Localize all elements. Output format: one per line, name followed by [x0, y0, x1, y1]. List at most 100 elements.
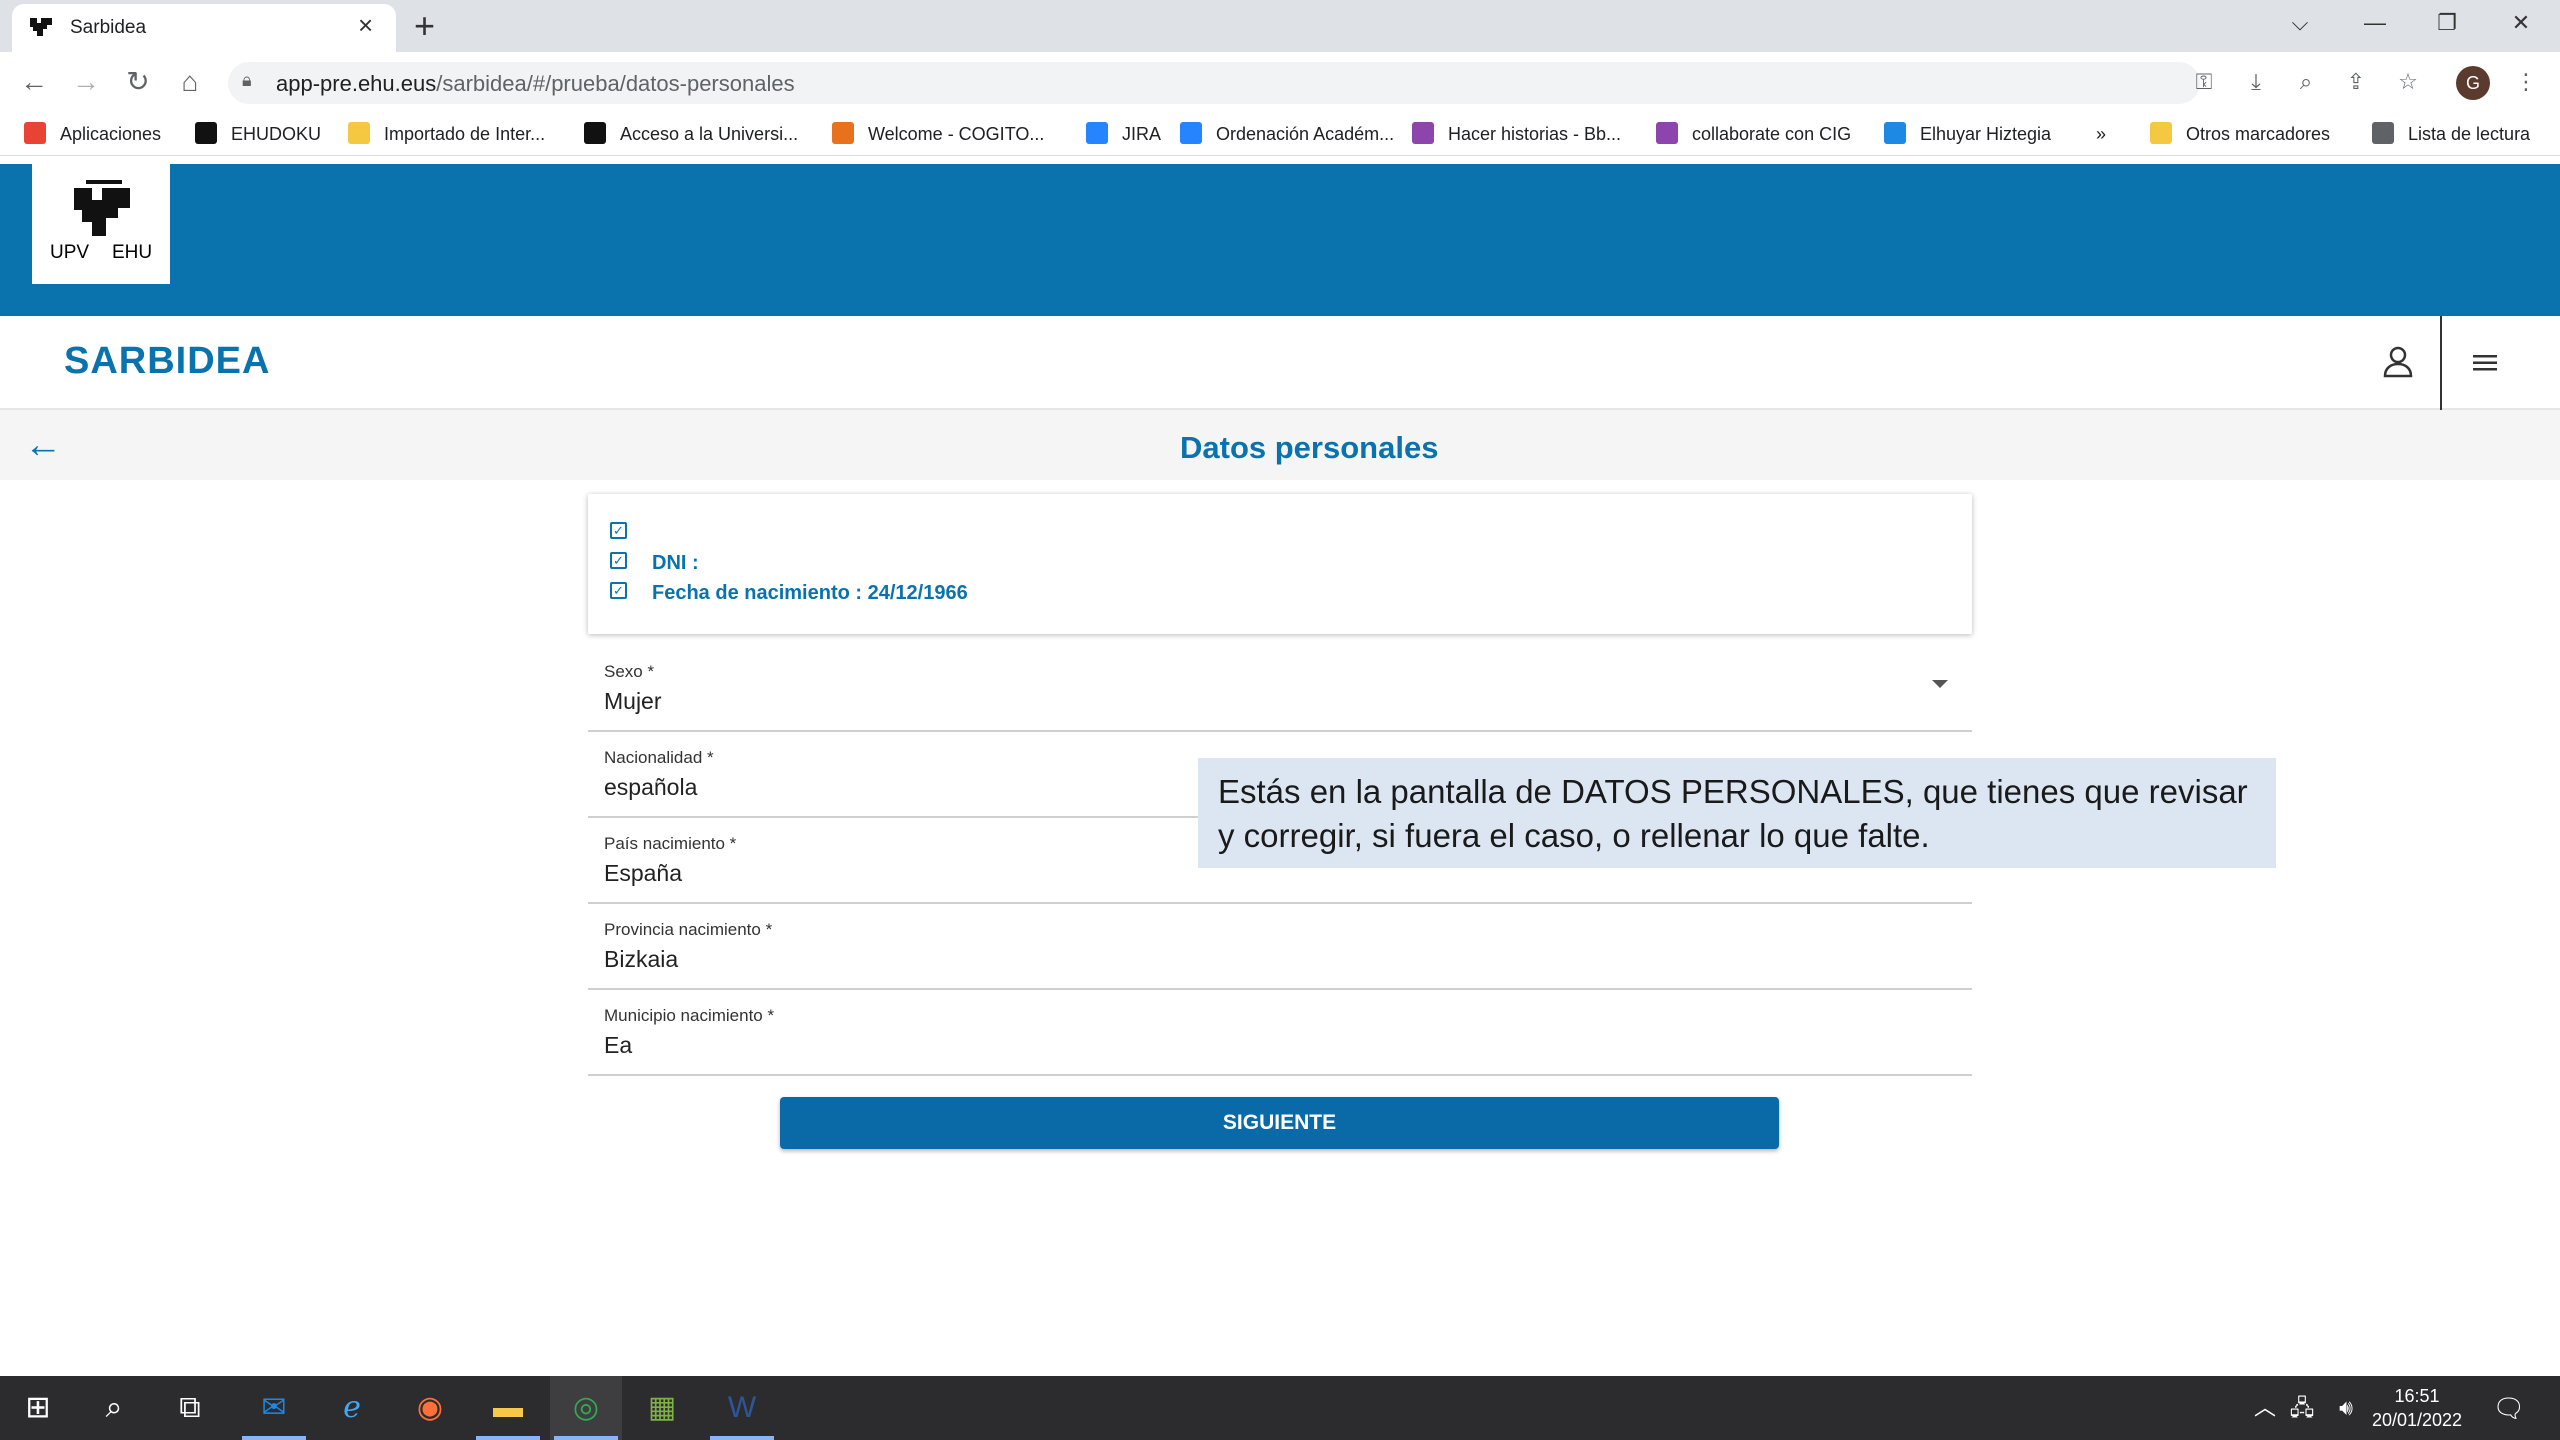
tab-close-icon[interactable]: ×	[358, 10, 373, 41]
logo-upv-text: UPV	[50, 242, 90, 263]
upv-ehu-logo[interactable]: UPV EHU	[32, 164, 170, 284]
field-value: España	[604, 860, 683, 886]
minimize-window-button[interactable]: —	[2340, 0, 2410, 46]
user-icon[interactable]	[2378, 342, 2418, 382]
browser-tab-bar: Sarbidea × + ⌵ — ❐ ✕	[0, 0, 2560, 52]
taskbar-clock[interactable]: 16:51 20/01/2022	[2352, 1384, 2482, 1432]
bookmark-item[interactable]: Importado de Inter...	[384, 124, 545, 145]
url-text: app-pre.ehu.eus/sarbidea/#/prueba/datos-…	[276, 71, 795, 96]
bookmark-item[interactable]: Hacer historias - Bb...	[1448, 124, 1621, 145]
bookmark-item[interactable]: »	[2096, 124, 2106, 145]
bookmark-item[interactable]: Ordenación Académ...	[1216, 124, 1394, 145]
bookmark-favicon-icon	[24, 122, 46, 144]
upv-ehu-favicon-icon	[30, 18, 52, 36]
checkbox-icon[interactable]: ✓	[610, 552, 627, 569]
checkbox-icon[interactable]: ✓	[610, 522, 627, 539]
dropdown-caret-icon[interactable]	[1932, 680, 1948, 688]
provincia-nacimiento-field[interactable]: Provincia nacimiento * Bizkaia	[588, 904, 1972, 990]
bookmark-favicon-icon	[1656, 122, 1678, 144]
instruction-callout: Estás en la pantalla de DATOS PERSONALES…	[1198, 758, 2276, 868]
bookmark-favicon-icon	[1180, 122, 1202, 144]
checklist-label: Fecha de nacimiento : 24/12/1966	[652, 582, 968, 604]
tab-title: Sarbidea	[70, 17, 147, 38]
bookmarks-bar: Aplicaciones EHUDOKU Importado de Inter...…	[0, 112, 2560, 156]
bookmark-item[interactable]: collaborate con CIG	[1692, 124, 1851, 145]
chrome-icon[interactable]: ◎	[550, 1376, 622, 1440]
browser-menu-icon[interactable]: ⋮	[2506, 62, 2546, 102]
home-icon[interactable]: ⌂	[170, 62, 210, 102]
app-bar: SARBIDEA	[0, 316, 2560, 410]
word-icon[interactable]: W	[706, 1376, 778, 1440]
app-header-band	[0, 164, 2560, 316]
bookmark-item[interactable]: JIRA	[1122, 124, 1161, 145]
page-title: Datos personales	[1180, 430, 1439, 465]
checkbox-icon[interactable]: ✓	[610, 582, 627, 599]
close-window-button[interactable]: ✕	[2486, 0, 2556, 46]
field-label: Sexo *	[604, 662, 655, 681]
field-value: Bizkaia	[604, 946, 679, 972]
active-app-indicator	[476, 1436, 540, 1440]
checklist-label: DNI :	[652, 552, 699, 574]
active-app-indicator	[242, 1436, 306, 1440]
tab-search-chevron-icon[interactable]: ⌵	[2265, 0, 2335, 46]
lock-icon: 🔒︎	[242, 70, 252, 90]
new-tab-button[interactable]: +	[414, 4, 435, 48]
field-value: española	[604, 774, 698, 800]
internet-explorer-icon[interactable]: ℯ	[316, 1376, 388, 1440]
windows-taskbar: ⊞ ⌕ ⧉ ✉ ℯ ◉ ▬ ◎ ▦ W ︿ 🖧︎ 🔊︎ 16:51 20/01/…	[0, 1376, 2560, 1440]
project-icon[interactable]: ▦	[626, 1376, 698, 1440]
active-app-indicator	[554, 1436, 618, 1440]
municipio-nacimiento-field[interactable]: Municipio nacimiento * Ea	[588, 990, 1972, 1076]
task-view-icon[interactable]: ⧉	[154, 1376, 226, 1440]
install-app-icon[interactable]: ⤓	[2236, 62, 2276, 102]
hamburger-menu-icon[interactable]	[2470, 350, 2500, 376]
back-arrow-icon[interactable]: ←	[14, 62, 54, 102]
bookmark-favicon-icon	[348, 122, 370, 144]
bookmark-item[interactable]: EHUDOKU	[231, 124, 321, 145]
upv-ehu-emblem-icon	[74, 180, 130, 236]
bookmark-favicon-icon	[2150, 122, 2172, 144]
profile-avatar[interactable]: G	[2456, 66, 2490, 100]
bookmark-star-icon[interactable]: ☆	[2388, 62, 2428, 102]
zoom-icon[interactable]: ⌕	[2286, 62, 2326, 102]
key-icon[interactable]: ⚿	[2184, 62, 2224, 102]
personal-data-summary-card: ✓ ✓ DNI : ✓ Fecha de nacimiento : 24/12/…	[588, 494, 1972, 634]
page-title-bar: ← Datos personales	[0, 410, 2560, 480]
outlook-icon[interactable]: ✉	[238, 1376, 310, 1440]
search-icon[interactable]: ⌕	[78, 1376, 150, 1440]
share-icon[interactable]: ⇪	[2336, 62, 2376, 102]
restore-window-button[interactable]: ❐	[2412, 0, 2482, 46]
active-app-indicator	[710, 1436, 774, 1440]
bookmark-favicon-icon	[1884, 122, 1906, 144]
bookmark-favicon-icon	[1086, 122, 1108, 144]
file-explorer-icon[interactable]: ▬	[472, 1376, 544, 1440]
bookmark-favicon-icon	[832, 122, 854, 144]
firefox-icon[interactable]: ◉	[394, 1376, 466, 1440]
bookmark-item[interactable]: Lista de lectura	[2408, 124, 2530, 145]
app-name[interactable]: SARBIDEA	[64, 340, 270, 383]
windows-start-icon[interactable]: ⊞	[2, 1376, 74, 1440]
bookmark-item[interactable]: Elhuyar Hiztegia	[1920, 124, 2051, 145]
clock-date: 20/01/2022	[2371, 1410, 2463, 1430]
bookmark-item[interactable]: Acceso a la Universi...	[620, 124, 798, 145]
appbar-divider	[2440, 316, 2442, 410]
bookmark-item[interactable]: Welcome - COGITO...	[868, 124, 1044, 145]
notifications-icon[interactable]: 🗨︎	[2474, 1376, 2544, 1440]
field-label: Municipio nacimiento *	[604, 1006, 775, 1025]
field-label: País nacimiento *	[604, 834, 737, 853]
browser-tab[interactable]: Sarbidea ×	[12, 4, 396, 52]
siguiente-button[interactable]: SIGUIENTE	[780, 1097, 1779, 1149]
logo-ehu-text: EHU	[112, 242, 153, 263]
back-arrow-icon[interactable]: ←	[24, 424, 62, 467]
sexo-select[interactable]: Sexo * Mujer	[588, 646, 1972, 732]
clock-time: 16:51	[2394, 1386, 2440, 1406]
address-bar[interactable]: 🔒︎ app-pre.ehu.eus/sarbidea/#/prueba/dat…	[228, 62, 2200, 104]
bookmark-item[interactable]: Otros marcadores	[2186, 124, 2330, 145]
forward-arrow-icon[interactable]: →	[66, 62, 106, 102]
field-label: Nacionalidad *	[604, 748, 714, 767]
bookmark-item[interactable]: Aplicaciones	[60, 124, 161, 145]
bookmark-favicon-icon	[2372, 122, 2394, 144]
bookmark-favicon-icon	[584, 122, 606, 144]
bookmark-favicon-icon	[195, 122, 217, 144]
reload-icon[interactable]: ↻	[118, 62, 158, 102]
